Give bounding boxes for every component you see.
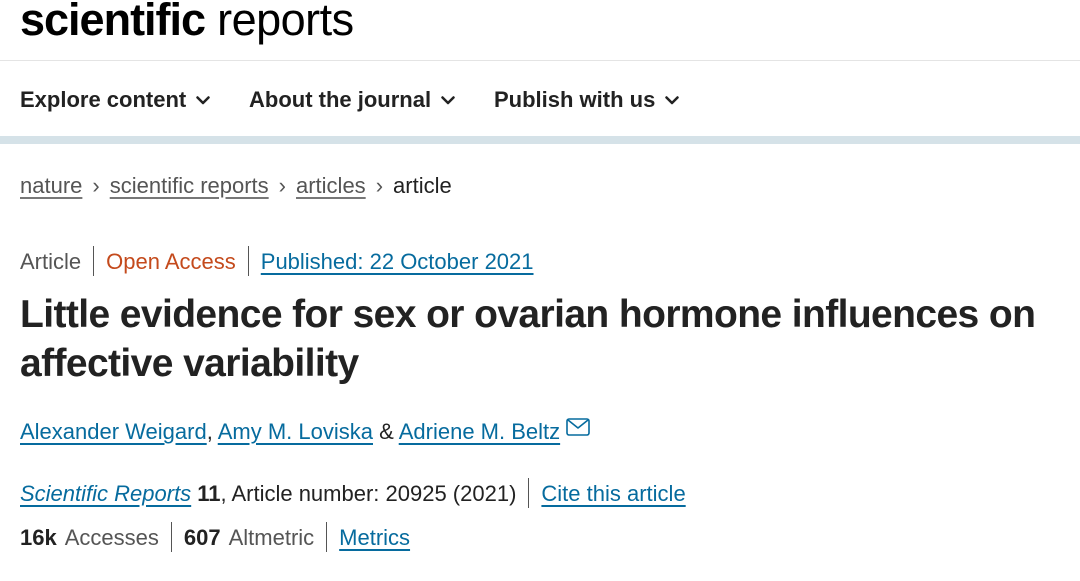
published-date-link[interactable]: Published: 22 October 2021 xyxy=(261,249,534,274)
chevron-down-icon xyxy=(196,84,210,112)
accesses-count: 16k xyxy=(20,525,57,550)
cite-article-link[interactable]: Cite this article xyxy=(541,481,685,506)
nav-explore-content-label: Explore content xyxy=(20,87,187,112)
metrics-link[interactable]: Metrics xyxy=(339,525,410,550)
journal-link[interactable]: Scientific Reports xyxy=(20,481,191,506)
article-meta: Article Open Access Published: 22 October … xyxy=(20,246,534,278)
site-header: scientific reports xyxy=(0,0,1080,61)
breadcrumb-separator: › xyxy=(278,173,286,198)
breadcrumb-scientific-reports[interactable]: scientific reports xyxy=(110,173,269,198)
accesses-label: Accesses xyxy=(64,525,159,550)
nav-publish-with-us-label: Publish with us xyxy=(494,87,656,112)
author-link[interactable]: Alexander Weigard xyxy=(20,419,207,444)
author-link[interactable]: Amy M. Loviska xyxy=(218,419,373,444)
breadcrumb: nature › scientific reports › articles › artic… xyxy=(20,172,452,200)
article-type: Article xyxy=(20,249,82,274)
author-list: Alexander Weigard, Amy M. Loviska & Adri… xyxy=(20,418,590,447)
divider xyxy=(326,522,328,553)
logo-bold-text: scientific xyxy=(20,0,206,45)
divider xyxy=(247,246,249,277)
author-link[interactable]: Adriene M. Beltz xyxy=(399,419,560,444)
article-number: , Article number: 20925 (2021) xyxy=(220,481,517,506)
divider xyxy=(93,246,95,277)
breadcrumb-separator: › xyxy=(375,173,384,198)
nav-explore-content[interactable]: Explore content xyxy=(20,86,210,115)
breadcrumb-separator: › xyxy=(92,173,100,198)
open-access-badge: Open Access xyxy=(106,249,236,274)
volume-number: 11 xyxy=(197,481,221,506)
nav-about-journal[interactable]: About the journal xyxy=(249,86,455,115)
divider xyxy=(170,522,172,553)
breadcrumb-articles[interactable]: articles xyxy=(296,173,366,198)
breadcrumb-current: article xyxy=(393,173,452,198)
nav-about-journal-label: About the journal xyxy=(249,87,432,112)
citation-line: Scientific Reports 11, Article number: 20… xyxy=(20,478,686,510)
altmetric-count: 607 xyxy=(183,525,221,550)
nav-publish-with-us[interactable]: Publish with us xyxy=(494,84,680,115)
author-separator: & xyxy=(379,419,394,444)
divider xyxy=(528,478,530,509)
article-stats: 16k Accesses 607 Altmetric Metrics xyxy=(20,522,410,554)
journal-logo[interactable]: scientific reports xyxy=(20,0,354,46)
author-separator: , xyxy=(206,419,213,444)
breadcrumb-nature[interactable]: nature xyxy=(20,173,82,198)
main-nav: Explore content About the journal Publis… xyxy=(0,61,1080,144)
chevron-down-icon xyxy=(441,84,455,112)
envelope-icon[interactable] xyxy=(566,415,590,443)
logo-light-text: reports xyxy=(217,0,354,45)
altmetric-label: Altmetric xyxy=(228,525,315,550)
chevron-down-icon xyxy=(665,84,680,112)
article-title: Little evidence for sex or ovarian hormo… xyxy=(20,293,1036,385)
